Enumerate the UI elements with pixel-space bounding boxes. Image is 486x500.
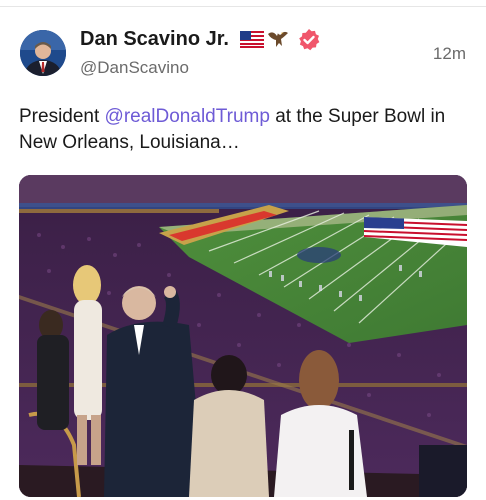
post-text: President @realDonaldTrump at the Super …	[19, 104, 459, 156]
author-name[interactable]: Dan Scavino Jr.	[80, 28, 229, 51]
avatar[interactable]	[20, 30, 66, 76]
author-handle[interactable]: @DanScavino	[80, 58, 189, 78]
verified-badge-icon	[297, 28, 321, 52]
top-divider	[0, 6, 486, 7]
post-text-before: President	[19, 106, 105, 127]
post-timestamp[interactable]: 12m	[433, 44, 466, 64]
post-image[interactable]	[19, 175, 467, 497]
us-flag-icon	[240, 31, 264, 48]
mention-link[interactable]: @realDonaldTrump	[105, 106, 270, 127]
eagle-icon	[266, 28, 290, 50]
